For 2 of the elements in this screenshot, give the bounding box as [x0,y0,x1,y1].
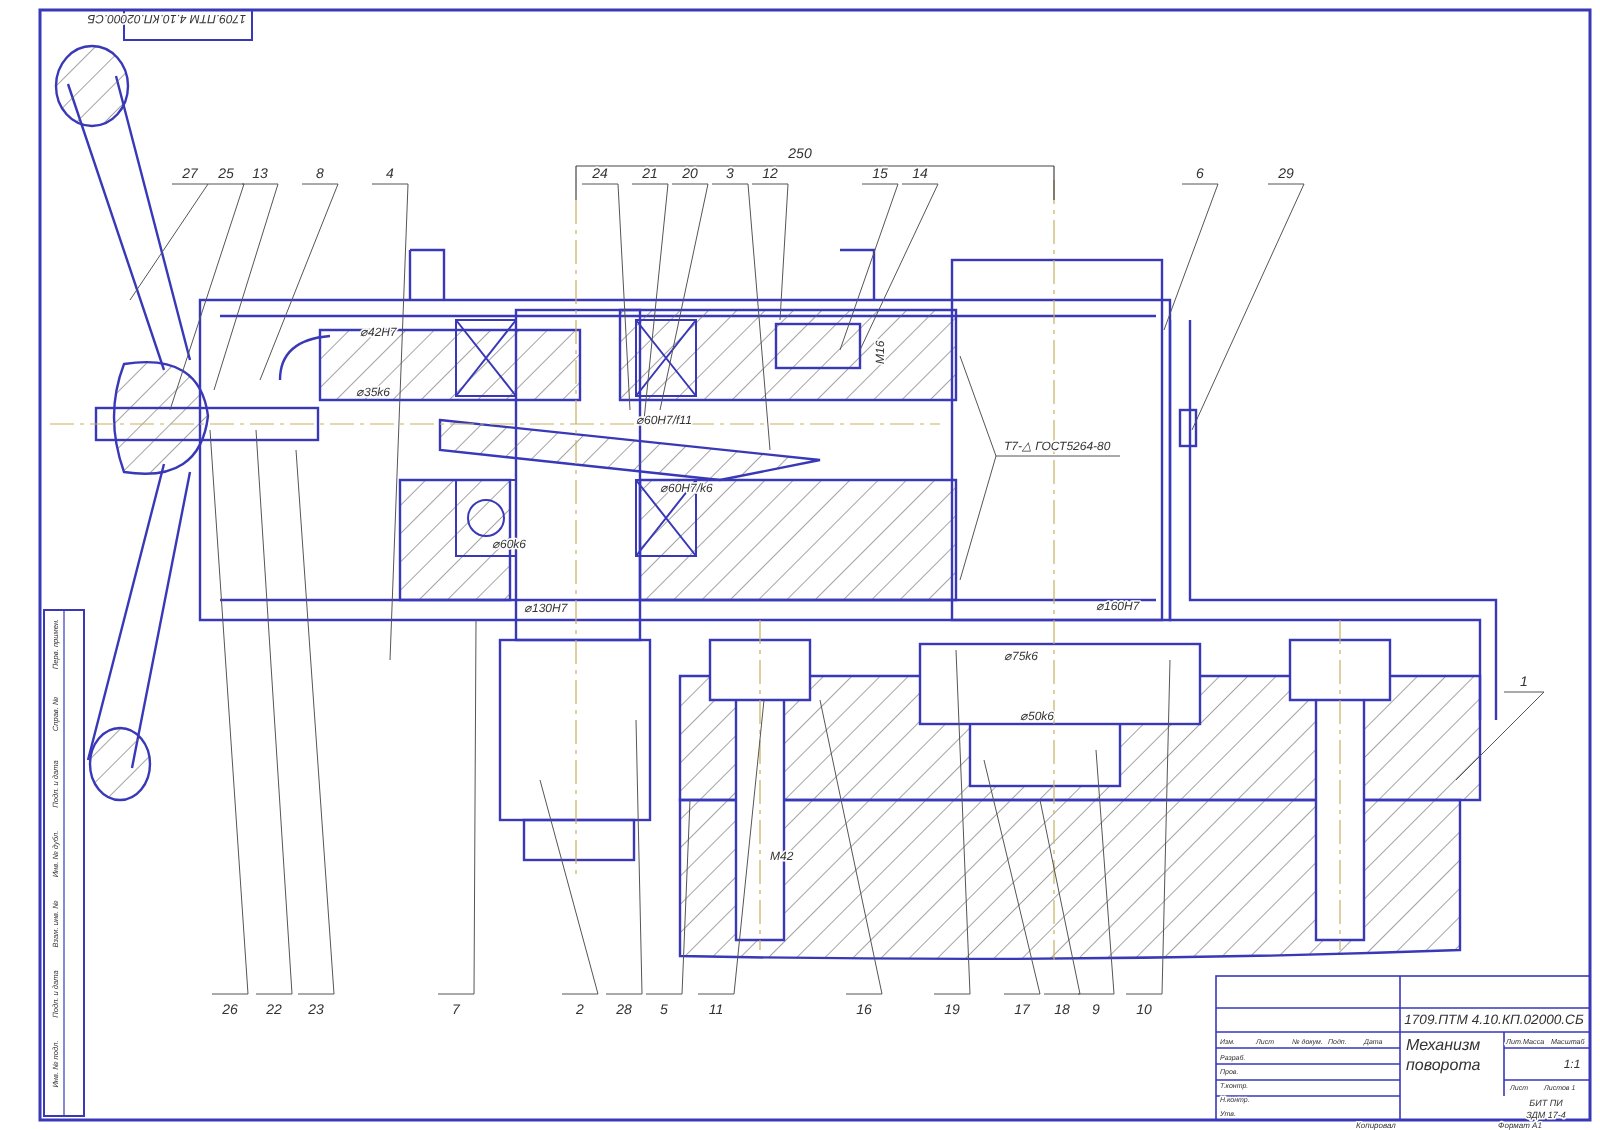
drawing-title: Механизм поворота [1406,1036,1483,1075]
leader-line [1455,691,1545,781]
